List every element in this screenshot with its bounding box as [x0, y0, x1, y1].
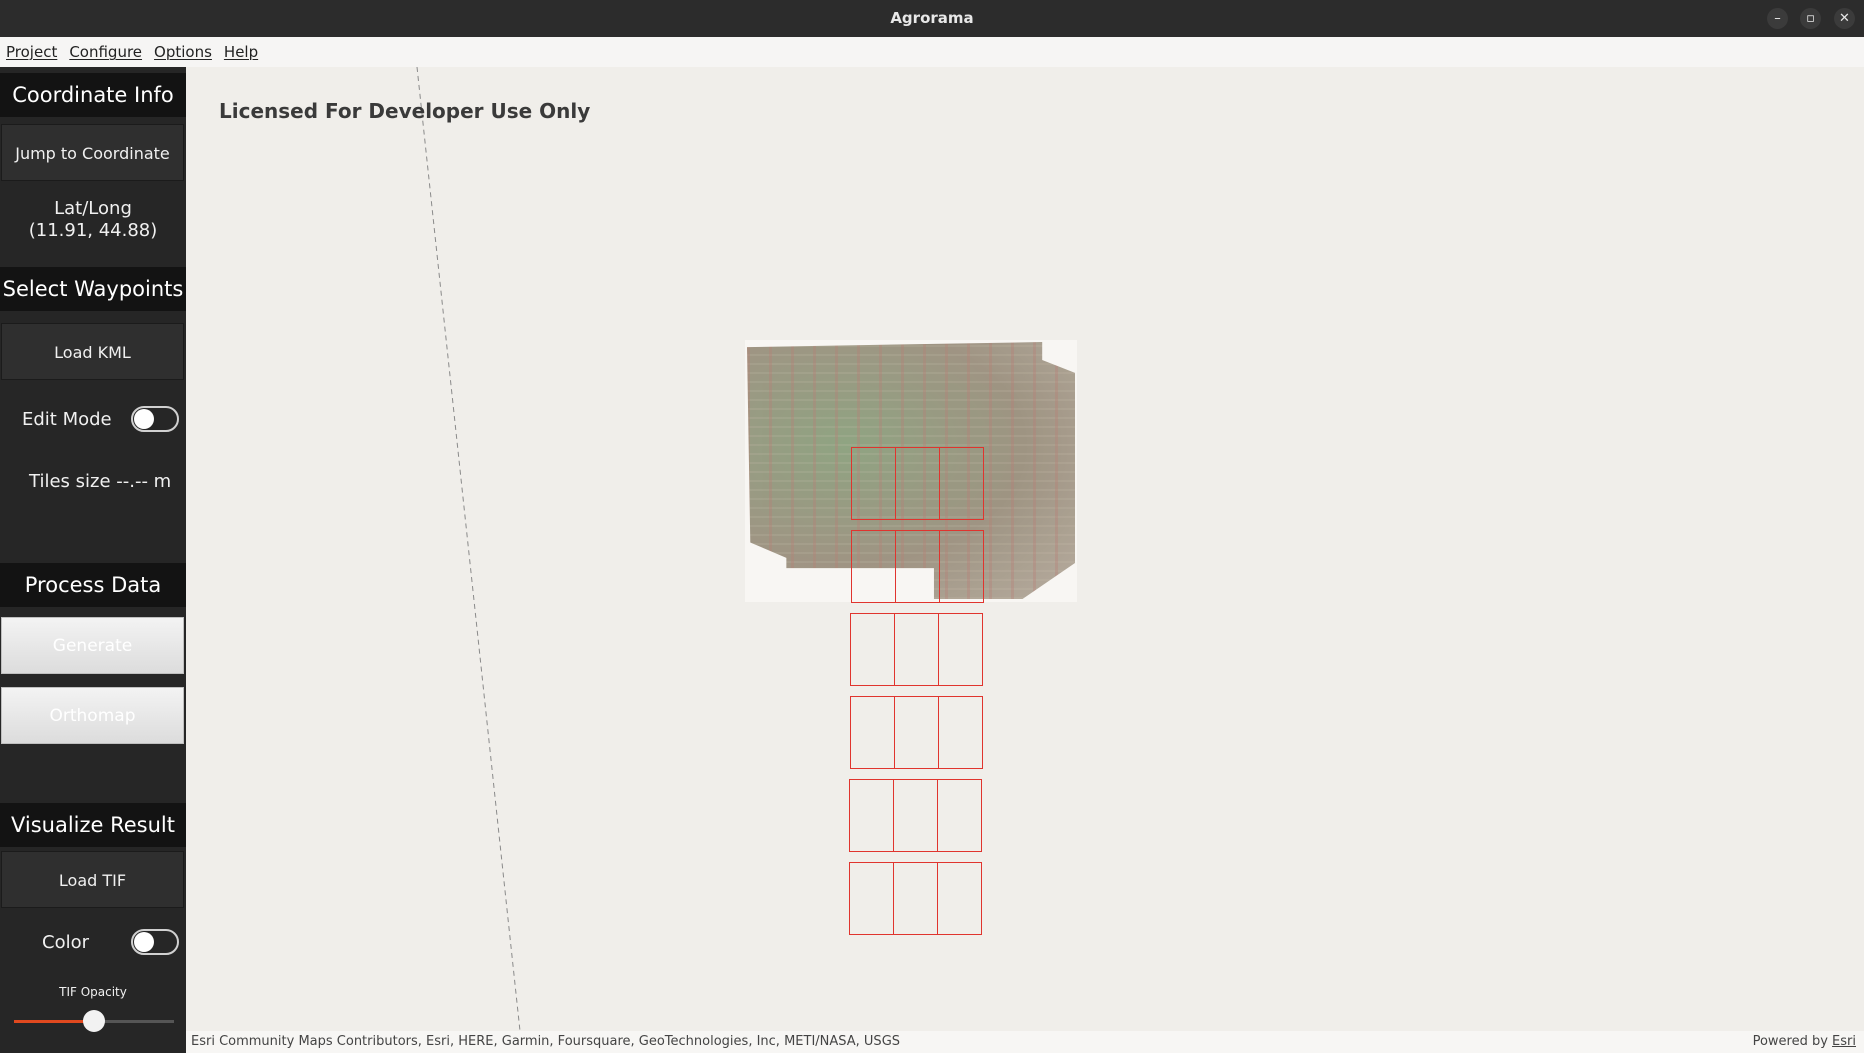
tif-opacity-label: TIF Opacity: [59, 985, 127, 999]
waypoint-tile[interactable]: [937, 862, 982, 935]
minimize-icon[interactable]: –: [1767, 8, 1788, 29]
close-icon[interactable]: ✕: [1834, 8, 1855, 29]
coordinate-info-header: Coordinate Info: [0, 73, 186, 117]
menu-options[interactable]: Options: [154, 37, 212, 67]
waypoint-tile[interactable]: [849, 862, 894, 935]
waypoint-tile[interactable]: [851, 447, 896, 520]
esri-link[interactable]: Esri: [1832, 1034, 1856, 1049]
color-label: Color: [42, 932, 89, 953]
waypoint-tile[interactable]: [894, 613, 940, 686]
powered-by-prefix: Powered by: [1752, 1034, 1833, 1049]
edit-mode-toggle[interactable]: [131, 406, 179, 432]
process-data-header: Process Data: [0, 563, 186, 607]
load-kml-button[interactable]: Load KML: [1, 323, 184, 380]
waypoint-tile[interactable]: [895, 447, 940, 520]
latlong-value: (11.91, 44.88): [28, 220, 158, 241]
waypoint-tile[interactable]: [850, 530, 896, 603]
tiles-size-text: Tiles size --.-- m: [29, 471, 172, 492]
slider-fill: [14, 1020, 94, 1023]
jump-to-coordinate-button[interactable]: Jump to Coordinate: [1, 124, 184, 181]
latlong-label: Lat/Long: [54, 198, 132, 219]
waypoint-tile[interactable]: [849, 779, 895, 852]
color-toggle[interactable]: [131, 929, 179, 955]
menu-help[interactable]: Help: [224, 37, 258, 67]
waypoint-tile[interactable]: [939, 447, 984, 520]
map-view[interactable]: Licensed For Developer Use Only Esri Com…: [186, 67, 1864, 1053]
waypoint-tile[interactable]: [893, 696, 939, 769]
toggle-knob: [134, 932, 154, 952]
waypoint-tile[interactable]: [894, 530, 940, 603]
powered-by: Powered by Esri: [1753, 1031, 1856, 1053]
select-waypoints-header: Select Waypoints: [0, 267, 186, 311]
menu-project[interactable]: Project: [6, 37, 57, 67]
waypoint-tile[interactable]: [937, 779, 983, 852]
edit-mode-label: Edit Mode: [22, 409, 112, 430]
slider-handle[interactable]: [83, 1010, 105, 1032]
window-title: Agrorama: [890, 9, 974, 27]
waypoint-tile[interactable]: [938, 613, 984, 686]
sidebar: Coordinate Info Jump to Coordinate Lat/L…: [0, 67, 186, 1053]
maximize-icon[interactable]: ▫: [1800, 8, 1821, 29]
orthomap-button[interactable]: Orthomap: [1, 687, 184, 744]
waypoint-tile[interactable]: [938, 530, 984, 603]
title-bar: Agrorama – ▫ ✕: [0, 0, 1864, 37]
waypoint-tile[interactable]: [937, 696, 983, 769]
toggle-knob: [134, 409, 154, 429]
waypoint-tile[interactable]: [849, 696, 895, 769]
menu-bar: Project Configure Options Help: [0, 37, 1864, 68]
waypoint-tile[interactable]: [850, 613, 896, 686]
license-watermark: Licensed For Developer Use Only: [219, 99, 591, 123]
load-tif-button[interactable]: Load TIF: [1, 851, 184, 908]
menu-configure[interactable]: Configure: [69, 37, 142, 67]
visualize-result-header: Visualize Result: [0, 803, 186, 847]
attribution-bar: Esri Community Maps Contributors, Esri, …: [186, 1031, 1864, 1053]
attribution-text: Esri Community Maps Contributors, Esri, …: [191, 1034, 901, 1049]
generate-button[interactable]: Generate: [1, 617, 184, 674]
waypoint-tile[interactable]: [893, 779, 939, 852]
waypoint-tile[interactable]: [893, 862, 938, 935]
